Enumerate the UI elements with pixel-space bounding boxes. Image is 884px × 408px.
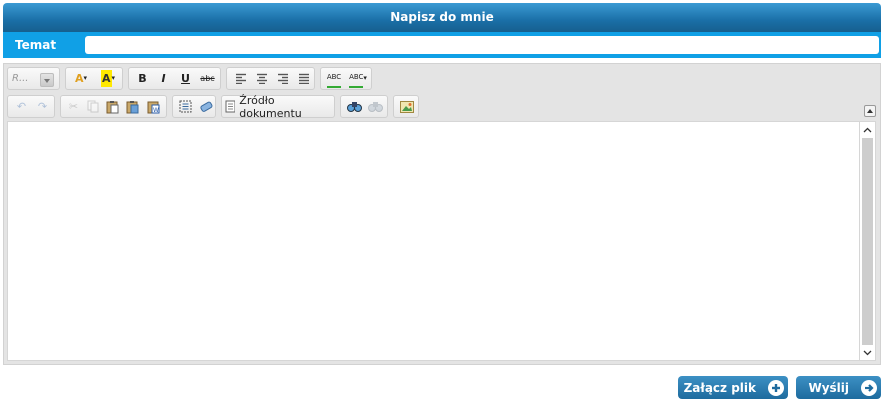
paste-word-icon: W [147,101,160,114]
select-all-icon [179,100,192,113]
replace-button[interactable] [367,98,384,115]
undo-group: ↶ ↷ [7,95,55,118]
select-all-button[interactable] [177,98,194,115]
toolbar-collapse-button[interactable] [864,105,876,117]
italic-button[interactable]: I [155,70,172,87]
source-button[interactable]: Źródło dokumentu [225,94,334,120]
attach-file-button[interactable]: Załącz plik [678,376,788,399]
paste-icon [106,100,119,113]
redo-button[interactable]: ↷ [34,98,51,115]
underline-button[interactable]: U [177,70,194,87]
format-combo-label: R... [12,73,29,84]
remove-format-button[interactable] [197,98,214,115]
source-button-label: Źródło dokumentu [239,93,302,120]
paste-word-button[interactable]: W [145,98,162,115]
align-justify-button[interactable] [295,70,312,87]
chevron-down-icon[interactable] [40,73,54,87]
scissors-icon: ✂ [68,100,79,113]
text-color-icon: A [74,72,84,85]
find-group [340,95,388,118]
undo-button[interactable]: ↶ [13,98,30,115]
select-group [172,95,216,118]
color-group: A ▾ A ▾ [65,67,123,90]
image-group [393,95,419,118]
image-icon [399,100,414,113]
paste-button[interactable] [104,98,121,115]
align-left-button[interactable] [232,70,249,87]
undo-icon: ↶ [16,100,27,113]
align-center-icon [256,73,267,84]
editor-scrollbar[interactable] [860,121,876,361]
editor-content-area[interactable] [7,121,860,361]
bold-button[interactable]: B [134,70,151,87]
format-group: R... [7,67,60,90]
scrollbar-track[interactable] [862,138,873,345]
copy-button[interactable] [84,98,101,115]
svg-text:W: W [153,107,159,114]
align-group [226,67,315,90]
subject-label: Temat [15,38,57,52]
plus-icon [768,379,784,396]
cut-button[interactable]: ✂ [65,98,82,115]
send-label: Wyślij [808,380,849,395]
send-button[interactable]: Wyślij [796,376,881,399]
format-combo[interactable]: R... [12,71,54,87]
bg-color-icon: A [100,70,112,87]
italic-icon: I [161,72,166,85]
subject-row: Temat [3,32,881,58]
document-source-icon [225,100,236,113]
scroll-up-icon[interactable] [860,122,875,137]
align-left-icon [235,73,246,84]
spellcheck-group: ABC ABC ▾ [320,67,372,90]
copy-icon [87,100,98,113]
align-center-button[interactable] [253,70,270,87]
align-justify-icon [298,73,309,84]
align-right-icon [277,73,288,84]
binoculars-icon [347,102,362,112]
subject-input[interactable] [85,36,879,54]
replace-icon [368,102,383,112]
paste-text-icon [126,100,139,113]
align-right-button[interactable] [274,70,291,87]
window-title: Napisz do mnie [3,3,881,32]
text-color-button[interactable]: A ▾ [70,70,92,87]
source-group: Źródło dokumentu [221,94,335,120]
arrow-right-icon [861,379,877,396]
eraser-icon [199,101,212,112]
spellcheck-button[interactable]: ABC [324,69,344,88]
strike-button[interactable]: abc [199,70,216,87]
paste-text-button[interactable] [124,98,141,115]
bg-color-button[interactable]: A ▾ [97,70,119,87]
attach-file-label: Załącz plik [683,380,756,395]
spellcheck-icon: ABC [326,69,342,88]
strike-icon: abc [200,74,215,83]
spellcheck-as-you-type-button[interactable]: ABC ▾ [346,69,370,88]
spellcheck-as-you-type-icon: ABC [349,69,364,88]
redo-icon: ↷ [37,100,48,113]
insert-image-button[interactable] [398,98,415,115]
style-group: B I U abc [128,67,221,90]
clipboard-group: ✂ W [60,95,167,118]
bold-icon: B [138,72,147,85]
rich-text-editor: R... A ▾ A ▾ B I U abc ABC ABC ▾ ↶ ↷ ✂ W… [3,63,881,365]
underline-icon: U [181,72,190,85]
find-button[interactable] [346,98,363,115]
scroll-down-icon[interactable] [860,345,875,360]
